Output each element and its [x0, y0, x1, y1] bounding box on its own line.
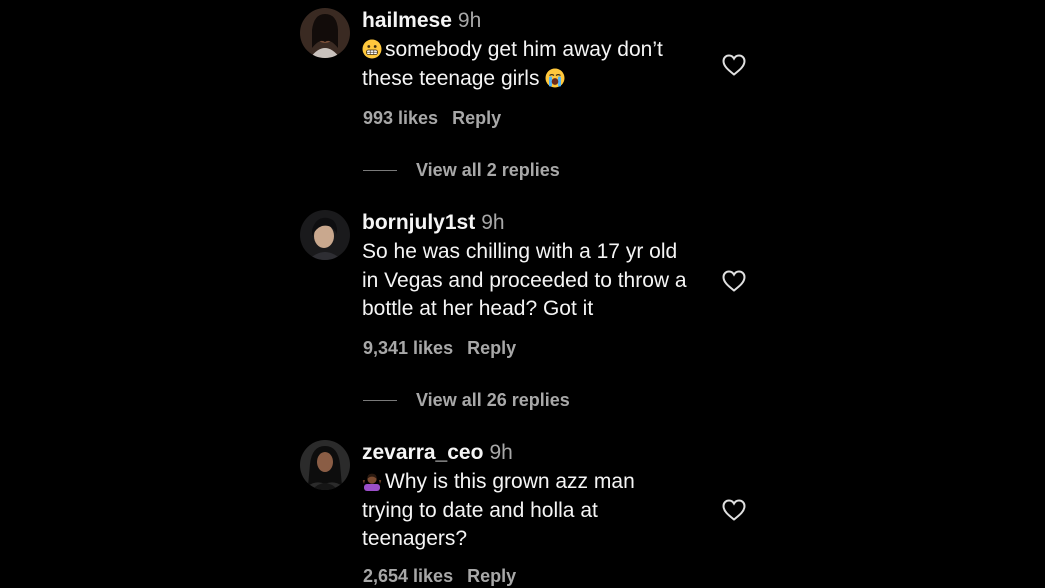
- reply-button[interactable]: Reply: [467, 338, 516, 358]
- username[interactable]: hailmese: [362, 9, 452, 32]
- heart-outline-icon[interactable]: [721, 498, 747, 522]
- comment-text: somebody get him away don’t these teenag…: [362, 36, 712, 93]
- timestamp: 9h: [489, 441, 513, 464]
- divider-line: [363, 170, 397, 171]
- view-replies-label[interactable]: View all 26 replies: [416, 390, 570, 411]
- grimacing-face-icon: [362, 39, 382, 59]
- view-replies-button[interactable]: View all 26 replies: [363, 390, 570, 411]
- heart-outline-icon[interactable]: [721, 269, 747, 293]
- comment-header: bornjuly1st 9h: [362, 210, 712, 236]
- like-count[interactable]: 993 likes: [363, 108, 438, 128]
- comment-meta: 993 likes Reply: [363, 108, 501, 129]
- avatar[interactable]: [300, 8, 350, 58]
- comment-text: Why is this grown azz man trying to date…: [362, 468, 712, 554]
- comment-meta: 2,654 likes Reply: [363, 566, 516, 587]
- comment-text-line: trying to date and holla at: [362, 498, 598, 522]
- username[interactable]: bornjuly1st: [362, 211, 475, 234]
- comment-body: hailmese 9h somebody get him away don’t t…: [362, 8, 712, 93]
- comment-text-line: in Vegas and proceeded to throw a: [362, 268, 687, 292]
- heart-outline-icon[interactable]: [721, 53, 747, 77]
- comment-text-line: teenagers?: [362, 527, 468, 550]
- woman-shrugging-icon: [362, 473, 382, 491]
- comment-text-line: these teenage girls: [362, 66, 540, 90]
- comment-text-line: Why is this grown azz man: [385, 470, 635, 493]
- like-count[interactable]: 2,654 likes: [363, 566, 453, 586]
- timestamp: 9h: [457, 9, 482, 32]
- comment-body: bornjuly1st 9h So he was chilling with a …: [362, 210, 712, 324]
- comment-text-line: So he was chilling with a 17 yr old: [362, 240, 678, 263]
- comment-text-line: bottle at her head? Got it: [362, 297, 594, 320]
- like-count[interactable]: 9,341 likes: [363, 338, 453, 358]
- reply-button[interactable]: Reply: [467, 566, 516, 586]
- comment-meta: 9,341 likes Reply: [363, 338, 516, 359]
- comment-header: hailmese 9h: [362, 8, 712, 34]
- username[interactable]: zevarra_ceo: [362, 441, 483, 464]
- divider-line: [363, 400, 397, 401]
- loudly-crying-face-icon: [545, 68, 565, 87]
- timestamp: 9h: [481, 211, 505, 234]
- comment-body: zevarra_ceo 9h Why is this grown azz man …: [362, 440, 712, 554]
- avatar[interactable]: [300, 440, 350, 490]
- view-replies-button[interactable]: View all 2 replies: [363, 160, 560, 181]
- view-replies-label[interactable]: View all 2 replies: [416, 160, 560, 181]
- comment-header: zevarra_ceo 9h: [362, 440, 712, 466]
- avatar[interactable]: [300, 210, 350, 260]
- comment-text-line: somebody get him away don’t: [385, 38, 663, 61]
- reply-button[interactable]: Reply: [452, 108, 501, 128]
- comment-text: So he was chilling with a 17 yr old in V…: [362, 238, 712, 324]
